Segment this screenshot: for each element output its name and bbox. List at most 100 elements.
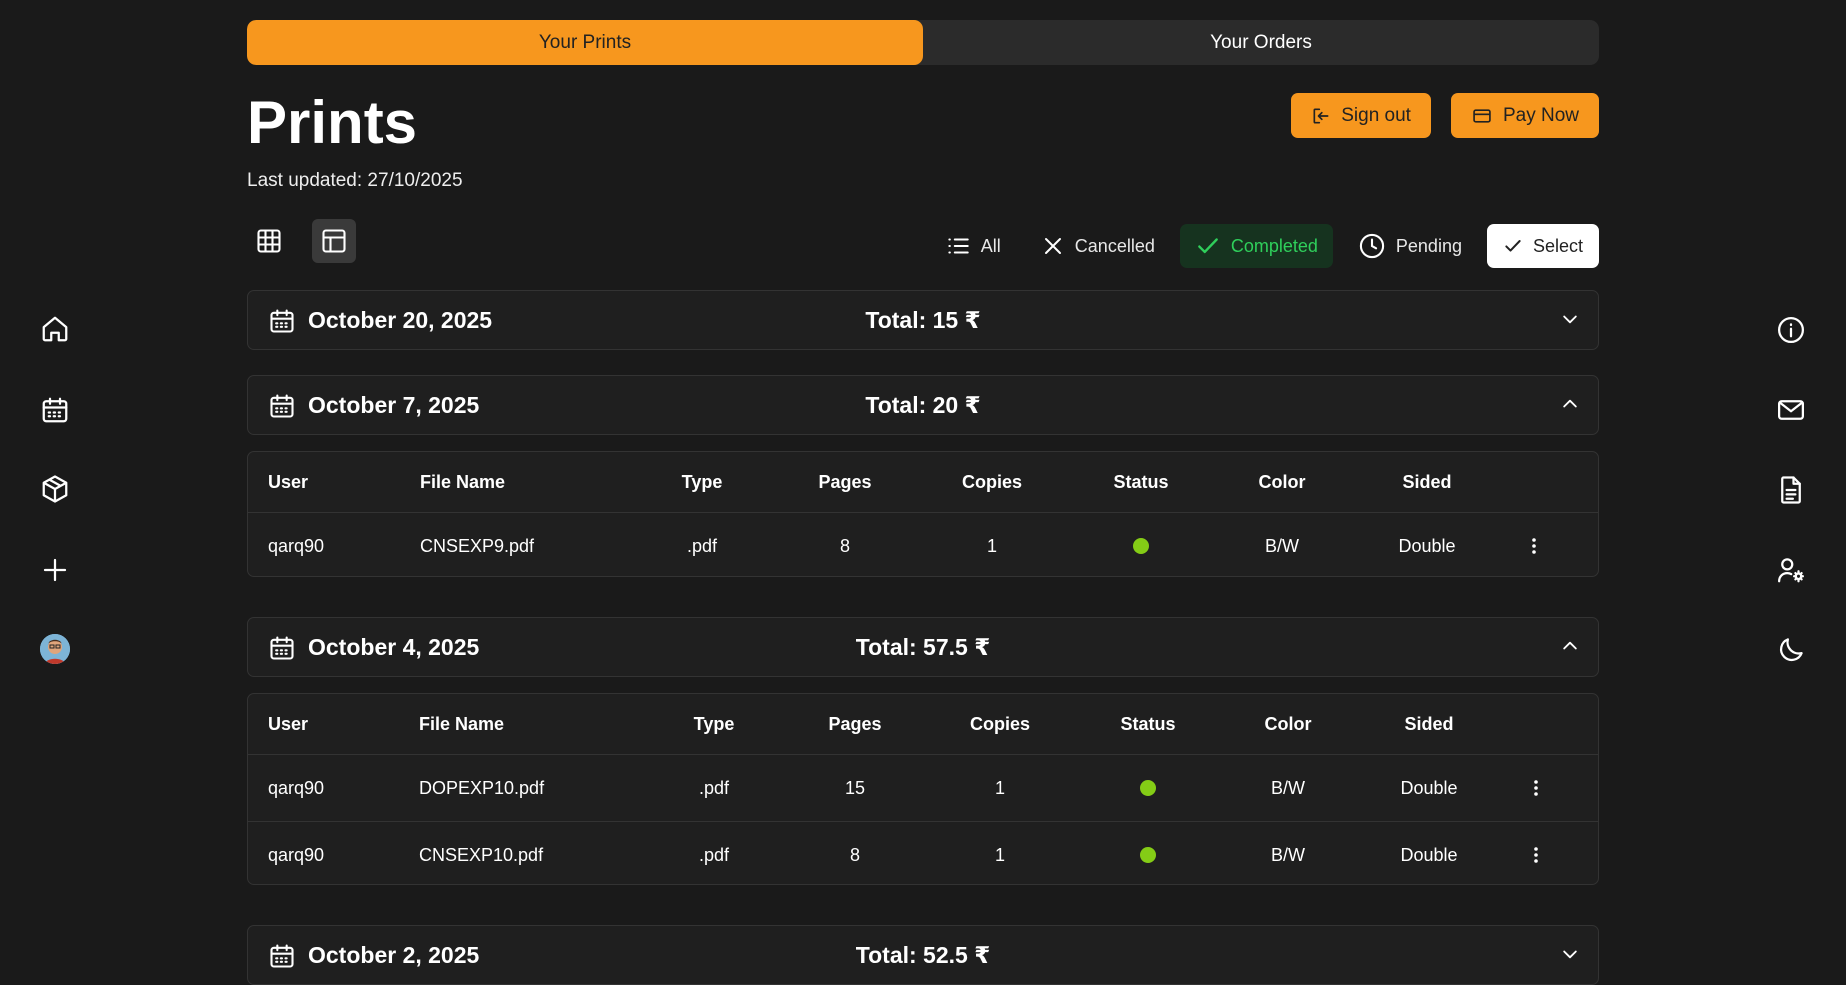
status-indicator xyxy=(1088,755,1208,821)
column-header[interactable]: Copies xyxy=(932,452,1052,512)
row-menu-icon[interactable] xyxy=(1531,513,1537,579)
cell-pages: 15 xyxy=(844,777,866,798)
tab-your-orders[interactable]: Your Orders xyxy=(923,20,1599,65)
column-header[interactable]: Sided xyxy=(1369,694,1489,754)
cell-copies: 1 xyxy=(994,777,1005,798)
filter-completed-label: Completed xyxy=(1230,235,1318,256)
document-icon[interactable] xyxy=(1771,470,1811,510)
date-group-header[interactable]: October 4, 2025 Total: 57.5 ₹ xyxy=(247,617,1599,677)
column-header[interactable]: Copies xyxy=(940,694,1060,754)
avatar-image xyxy=(40,634,70,664)
table-view-button[interactable] xyxy=(312,219,356,263)
pay-now-button[interactable]: Pay Now xyxy=(1450,93,1599,138)
filter-completed[interactable]: Completed xyxy=(1179,224,1333,268)
cell-user: qarq90 xyxy=(268,777,325,798)
row-menu-icon[interactable] xyxy=(1533,755,1539,821)
prints-table: User File Name Type Pages Copies Status Color S… xyxy=(247,451,1599,577)
select-check-icon xyxy=(1503,236,1523,256)
column-header[interactable]: User xyxy=(268,452,308,512)
header-actions: Sign out Pay Now xyxy=(1291,93,1599,138)
chevron-up-icon[interactable] xyxy=(1560,636,1580,656)
select-label: Select xyxy=(1532,235,1583,256)
credit-card-icon xyxy=(1471,106,1493,126)
list-icon xyxy=(945,233,971,259)
x-icon xyxy=(1041,234,1065,258)
column-header[interactable]: Status xyxy=(1081,452,1201,512)
cell-file: CNSEXP9.pdf xyxy=(420,535,535,556)
column-header[interactable]: Status xyxy=(1088,694,1208,754)
column-header[interactable]: Pages xyxy=(795,694,915,754)
sign-out-button[interactable]: Sign out xyxy=(1291,93,1431,138)
column-header[interactable]: User xyxy=(268,694,308,754)
status-indicator xyxy=(1081,513,1201,579)
avatar[interactable] xyxy=(35,629,75,669)
cell-color: B/W xyxy=(1271,777,1305,798)
date-group-header[interactable]: October 20, 2025 Total: 15 ₹ xyxy=(247,290,1599,350)
column-header[interactable]: Color xyxy=(1222,452,1342,512)
grid-view-button[interactable] xyxy=(247,219,291,263)
cell-pages: 8 xyxy=(839,535,850,556)
user-settings-icon[interactable] xyxy=(1771,550,1811,590)
select-button[interactable]: Select xyxy=(1486,224,1599,268)
date-group-header[interactable]: October 7, 2025 Total: 20 ₹ xyxy=(247,375,1599,435)
cell-copies: 1 xyxy=(986,535,997,556)
plus-icon[interactable] xyxy=(35,550,75,590)
page-title: Prints xyxy=(247,89,418,156)
right-sidebar xyxy=(1736,0,1846,980)
info-icon[interactable] xyxy=(1771,310,1811,350)
package-icon[interactable] xyxy=(35,469,75,509)
home-icon[interactable] xyxy=(35,309,75,349)
filter-pending[interactable]: Pending xyxy=(1343,224,1477,268)
filter-cancelled-label: Cancelled xyxy=(1074,235,1155,256)
group-total: Total: 52.5 ₹ xyxy=(855,942,991,968)
date-group-header[interactable]: October 2, 2025 Total: 52.5 ₹ xyxy=(247,925,1599,985)
column-header[interactable]: Type xyxy=(642,452,762,512)
filter-all-label: All xyxy=(980,235,1001,256)
column-header[interactable]: Pages xyxy=(785,452,905,512)
row-menu-icon[interactable] xyxy=(1533,822,1539,888)
status-indicator xyxy=(1088,822,1208,888)
chevron-down-icon[interactable] xyxy=(1560,944,1580,964)
column-header[interactable]: Color xyxy=(1228,694,1348,754)
cell-color: B/W xyxy=(1271,844,1305,865)
cell-copies: 1 xyxy=(994,844,1005,865)
last-updated-text: Last updated: 27/10/2025 xyxy=(247,170,463,191)
view-tabs: Your Prints Your Orders xyxy=(247,20,1599,65)
filter-all[interactable]: All xyxy=(930,224,1016,268)
cell-pages: 8 xyxy=(849,844,860,865)
prints-table: User File Name Type Pages Copies Status Color S… xyxy=(247,693,1599,885)
group-total: Total: 20 ₹ xyxy=(865,392,981,418)
column-header[interactable]: File Name xyxy=(419,694,504,754)
chevron-down-icon[interactable] xyxy=(1560,309,1580,329)
column-header[interactable]: File Name xyxy=(420,452,505,512)
status-filters: All Cancelled Completed Pending Select xyxy=(930,224,1599,268)
table-row[interactable]: qarq90 CNSEXP10.pdf .pdf 8 1 B/W Double xyxy=(248,821,1598,888)
cell-color: B/W xyxy=(1265,535,1299,556)
cell-sided: Double xyxy=(1400,777,1458,798)
filter-cancelled[interactable]: Cancelled xyxy=(1026,224,1170,268)
cell-file: DOPEXP10.pdf xyxy=(419,777,545,798)
column-header[interactable]: Type xyxy=(654,694,774,754)
cell-type: .pdf xyxy=(698,844,730,865)
tab-your-prints[interactable]: Your Prints xyxy=(247,20,923,65)
table-row[interactable]: qarq90 CNSEXP9.pdf .pdf 8 1 B/W Double xyxy=(248,512,1598,579)
pay-now-label: Pay Now xyxy=(1502,104,1579,126)
check-icon xyxy=(1195,233,1221,259)
cell-sided: Double xyxy=(1398,535,1456,556)
table-header-row: User File Name Type Pages Copies Status Color S… xyxy=(248,694,1598,754)
calendar-icon[interactable] xyxy=(35,390,75,430)
status-dot-completed xyxy=(1133,538,1149,554)
filter-pending-label: Pending xyxy=(1395,235,1462,256)
column-header[interactable]: Sided xyxy=(1367,452,1487,512)
table-row[interactable]: qarq90 DOPEXP10.pdf .pdf 15 1 B/W Double xyxy=(248,754,1598,821)
left-sidebar xyxy=(0,0,110,980)
mail-icon[interactable] xyxy=(1771,390,1811,430)
table-header-row: User File Name Type Pages Copies Status Color S… xyxy=(248,452,1598,512)
sign-out-label: Sign out xyxy=(1341,104,1411,126)
moon-icon[interactable] xyxy=(1771,630,1811,670)
cell-type: .pdf xyxy=(686,535,718,556)
chevron-up-icon[interactable] xyxy=(1560,394,1580,414)
cell-sided: Double xyxy=(1400,844,1458,865)
status-dot-completed xyxy=(1140,780,1156,796)
toolbar: All Cancelled Completed Pending Select xyxy=(247,219,1599,268)
